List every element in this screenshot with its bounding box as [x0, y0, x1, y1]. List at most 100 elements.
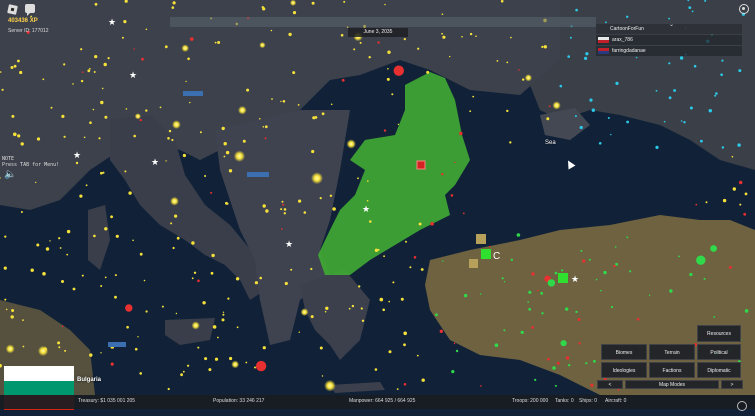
factions-button[interactable]: Factions	[649, 362, 695, 378]
city-light	[92, 108, 95, 111]
territory-square[interactable]	[558, 273, 568, 283]
city-light	[79, 194, 83, 198]
city-light	[172, 120, 181, 129]
city-light	[714, 94, 717, 97]
city-light	[743, 212, 747, 216]
zoom-icon[interactable]	[737, 401, 747, 411]
city-light	[617, 388, 620, 391]
resources-button[interactable]: Resources	[697, 325, 741, 342]
city-light	[197, 346, 200, 349]
territory-square[interactable]	[481, 249, 491, 259]
city-light	[575, 310, 578, 314]
city-light	[66, 253, 69, 256]
capital-marker[interactable]	[416, 160, 426, 170]
city-light	[384, 3, 386, 6]
ideologies-button[interactable]: Ideologies	[601, 362, 647, 378]
city-light	[319, 197, 322, 200]
city-light	[288, 32, 292, 37]
chat-icon[interactable]	[25, 4, 35, 16]
territory-square[interactable]	[476, 234, 486, 244]
city-light	[114, 274, 117, 277]
city-light	[732, 187, 736, 191]
city-light	[22, 345, 25, 348]
city-light	[107, 57, 110, 60]
city-light	[13, 132, 17, 137]
city-light	[110, 215, 113, 219]
city-light	[4, 235, 7, 238]
city-light	[589, 98, 593, 102]
city-light	[353, 48, 356, 51]
city-light	[282, 203, 285, 206]
city-light	[648, 294, 651, 296]
chevron-down-icon[interactable]: ⌄	[669, 20, 674, 30]
settings-icon[interactable]	[739, 4, 749, 14]
city-light	[417, 47, 420, 50]
terrain-button[interactable]: Terrain	[649, 344, 695, 360]
city-light	[722, 198, 727, 203]
city-light	[229, 356, 233, 361]
city-light	[403, 38, 406, 41]
roblox-menu-icon[interactable]	[7, 4, 18, 15]
city-light	[221, 126, 225, 131]
speaker-icon[interactable]: 🔈	[4, 170, 18, 180]
city-light	[114, 295, 117, 299]
city-light	[212, 325, 217, 329]
city-light	[19, 70, 23, 75]
city-light	[554, 384, 557, 387]
city-light	[139, 372, 142, 375]
city-light	[89, 121, 92, 124]
player-row[interactable]: farringdadanae	[596, 46, 742, 56]
biomes-button[interactable]: Biomes	[601, 344, 647, 360]
player-row[interactable]: arax_786	[596, 35, 742, 45]
city-light	[283, 208, 287, 211]
city-light	[575, 8, 578, 12]
city-light	[500, 0, 504, 3]
flag-stripe-green	[4, 380, 74, 396]
city-light	[715, 92, 718, 95]
city-light	[391, 93, 394, 96]
city-light	[705, 201, 708, 204]
city-light	[506, 61, 509, 64]
city-light	[441, 173, 444, 176]
city-light	[582, 259, 586, 263]
unit-marker[interactable]	[247, 172, 269, 177]
player-list-header[interactable]: CartoonForFun ⌄	[596, 22, 742, 34]
city-light	[383, 129, 387, 132]
city-light	[176, 236, 180, 240]
city-light	[552, 101, 561, 110]
unit-marker[interactable]	[108, 342, 126, 347]
city-light	[377, 41, 380, 44]
city-light	[614, 246, 617, 248]
city-light	[595, 278, 598, 281]
city-light	[189, 101, 191, 104]
city-light	[191, 277, 194, 280]
city-light	[397, 123, 400, 126]
city-light	[449, 55, 451, 58]
city-light	[37, 345, 49, 357]
city-light	[254, 281, 258, 285]
territory-square[interactable]	[469, 259, 478, 268]
city-light	[80, 48, 83, 51]
prev-mapmode-button[interactable]: <	[597, 380, 623, 389]
diplomatic-button[interactable]: Diplomatic	[697, 362, 741, 378]
city-light	[494, 343, 499, 348]
city-light	[610, 133, 612, 136]
city-light	[360, 307, 363, 310]
city-light	[403, 331, 408, 336]
city-light	[42, 272, 46, 276]
city-light	[20, 211, 23, 213]
city-light	[171, 6, 175, 9]
city-light	[518, 69, 520, 71]
city-light	[409, 266, 412, 269]
unit-marker[interactable]	[183, 91, 203, 96]
city-light	[574, 115, 577, 118]
city-light	[455, 349, 459, 353]
city-light	[324, 379, 336, 392]
next-mapmode-button[interactable]: >	[721, 380, 743, 389]
city-light	[454, 161, 456, 164]
city-light	[242, 139, 246, 143]
political-button[interactable]: Political	[697, 344, 741, 360]
city-light	[565, 307, 569, 311]
city-light	[81, 71, 84, 73]
city-light	[22, 319, 24, 321]
